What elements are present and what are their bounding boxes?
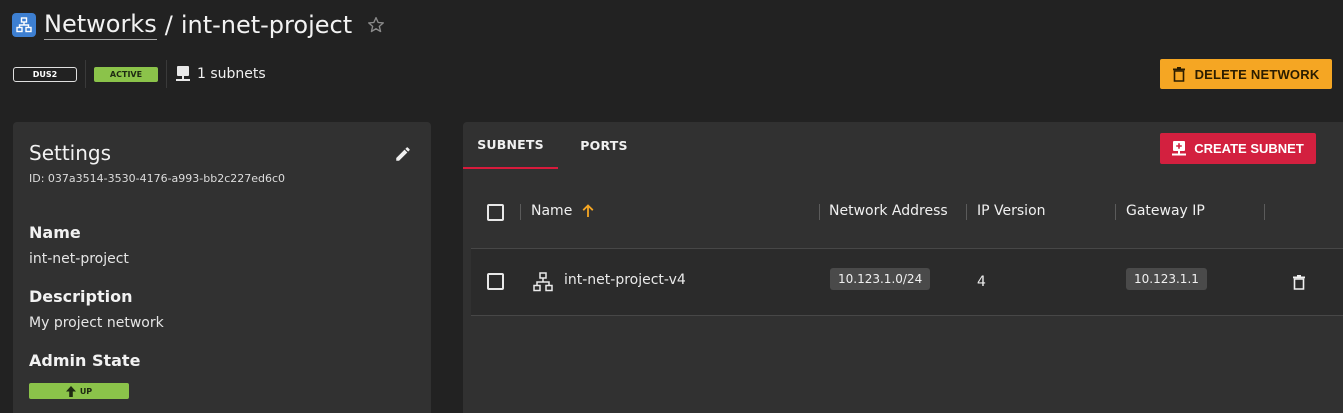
subnets-count: 1 subnets <box>175 65 266 83</box>
column-separator <box>520 204 521 220</box>
settings-heading: Settings <box>29 141 112 165</box>
create-subnet-label: CREATE SUBNET <box>1194 141 1304 156</box>
admin-state-badge: UP <box>29 383 129 399</box>
tab-ports[interactable]: PORTS <box>568 122 640 169</box>
divider <box>85 60 86 88</box>
admin-state-value: UP <box>79 386 93 396</box>
gateway-ip-chip: 10.123.1.1 <box>1126 268 1207 290</box>
subnet-name-link[interactable]: int-net-project-v4 <box>564 272 686 288</box>
table-divider <box>471 315 1343 316</box>
divider <box>166 60 167 88</box>
pencil-icon <box>396 147 410 161</box>
edit-settings-button[interactable] <box>391 142 415 166</box>
description-value: My project network <box>29 315 164 331</box>
network-id: ID: 037a3514-3530-4176-a993-bb2c227ed6c0 <box>29 172 286 185</box>
sort-ascending-icon[interactable] <box>581 204 595 218</box>
subnets-count-text: 1 subnets <box>197 66 266 82</box>
delete-network-button[interactable]: DELETE NETWORK <box>1160 59 1332 89</box>
select-all-checkbox[interactable] <box>487 204 504 221</box>
breadcrumb-networks-link[interactable]: Networks <box>44 10 157 40</box>
breadcrumb-separator: / <box>164 11 173 39</box>
network-address-chip: 10.123.1.0/24 <box>830 268 931 290</box>
star-outline-icon[interactable] <box>366 15 386 35</box>
add-subnet-icon <box>1172 141 1187 156</box>
column-separator <box>1115 204 1116 220</box>
subnet-icon <box>176 66 190 81</box>
column-separator <box>1264 204 1265 220</box>
row-checkbox[interactable] <box>487 273 504 290</box>
tab-subnets[interactable]: SUBNETS <box>463 122 558 169</box>
name-value: int-net-project <box>29 251 129 267</box>
trash-icon <box>1172 66 1185 82</box>
description-label: Description <box>29 287 133 306</box>
network-name-title: int-net-project <box>180 11 353 39</box>
subnets-panel: SUBNETS PORTS CREATE SUBNET Name Network… <box>463 122 1343 413</box>
page-title: Networks / int-net-project <box>44 10 352 40</box>
column-header-gateway-ip[interactable]: Gateway IP <box>1126 203 1205 219</box>
name-label: Name <box>29 223 81 242</box>
network-meta: DUS2 ACTIVE 1 subnets <box>13 60 266 88</box>
trash-icon <box>1293 274 1305 290</box>
column-separator <box>966 204 967 220</box>
column-header-network-address[interactable]: Network Address <box>829 203 948 219</box>
settings-panel: Settings ID: 037a3514-3530-4176-a993-bb2… <box>13 122 431 413</box>
delete-subnet-button[interactable] <box>1291 272 1307 292</box>
network-icon <box>12 13 36 37</box>
status-badge: ACTIVE <box>94 66 158 82</box>
network-topology-icon <box>533 272 553 292</box>
region-badge: DUS2 <box>13 66 77 82</box>
arrow-up-icon <box>65 385 76 397</box>
create-subnet-button[interactable]: CREATE SUBNET <box>1160 133 1316 164</box>
column-separator <box>819 204 820 220</box>
delete-network-label: DELETE NETWORK <box>1194 66 1320 82</box>
column-header-ip-version[interactable]: IP Version <box>977 203 1046 219</box>
admin-state-label: Admin State <box>29 351 141 370</box>
page-header: Networks / int-net-project <box>12 8 386 42</box>
column-header-name[interactable]: Name <box>531 203 572 219</box>
ip-version-cell: 4 <box>977 274 986 290</box>
